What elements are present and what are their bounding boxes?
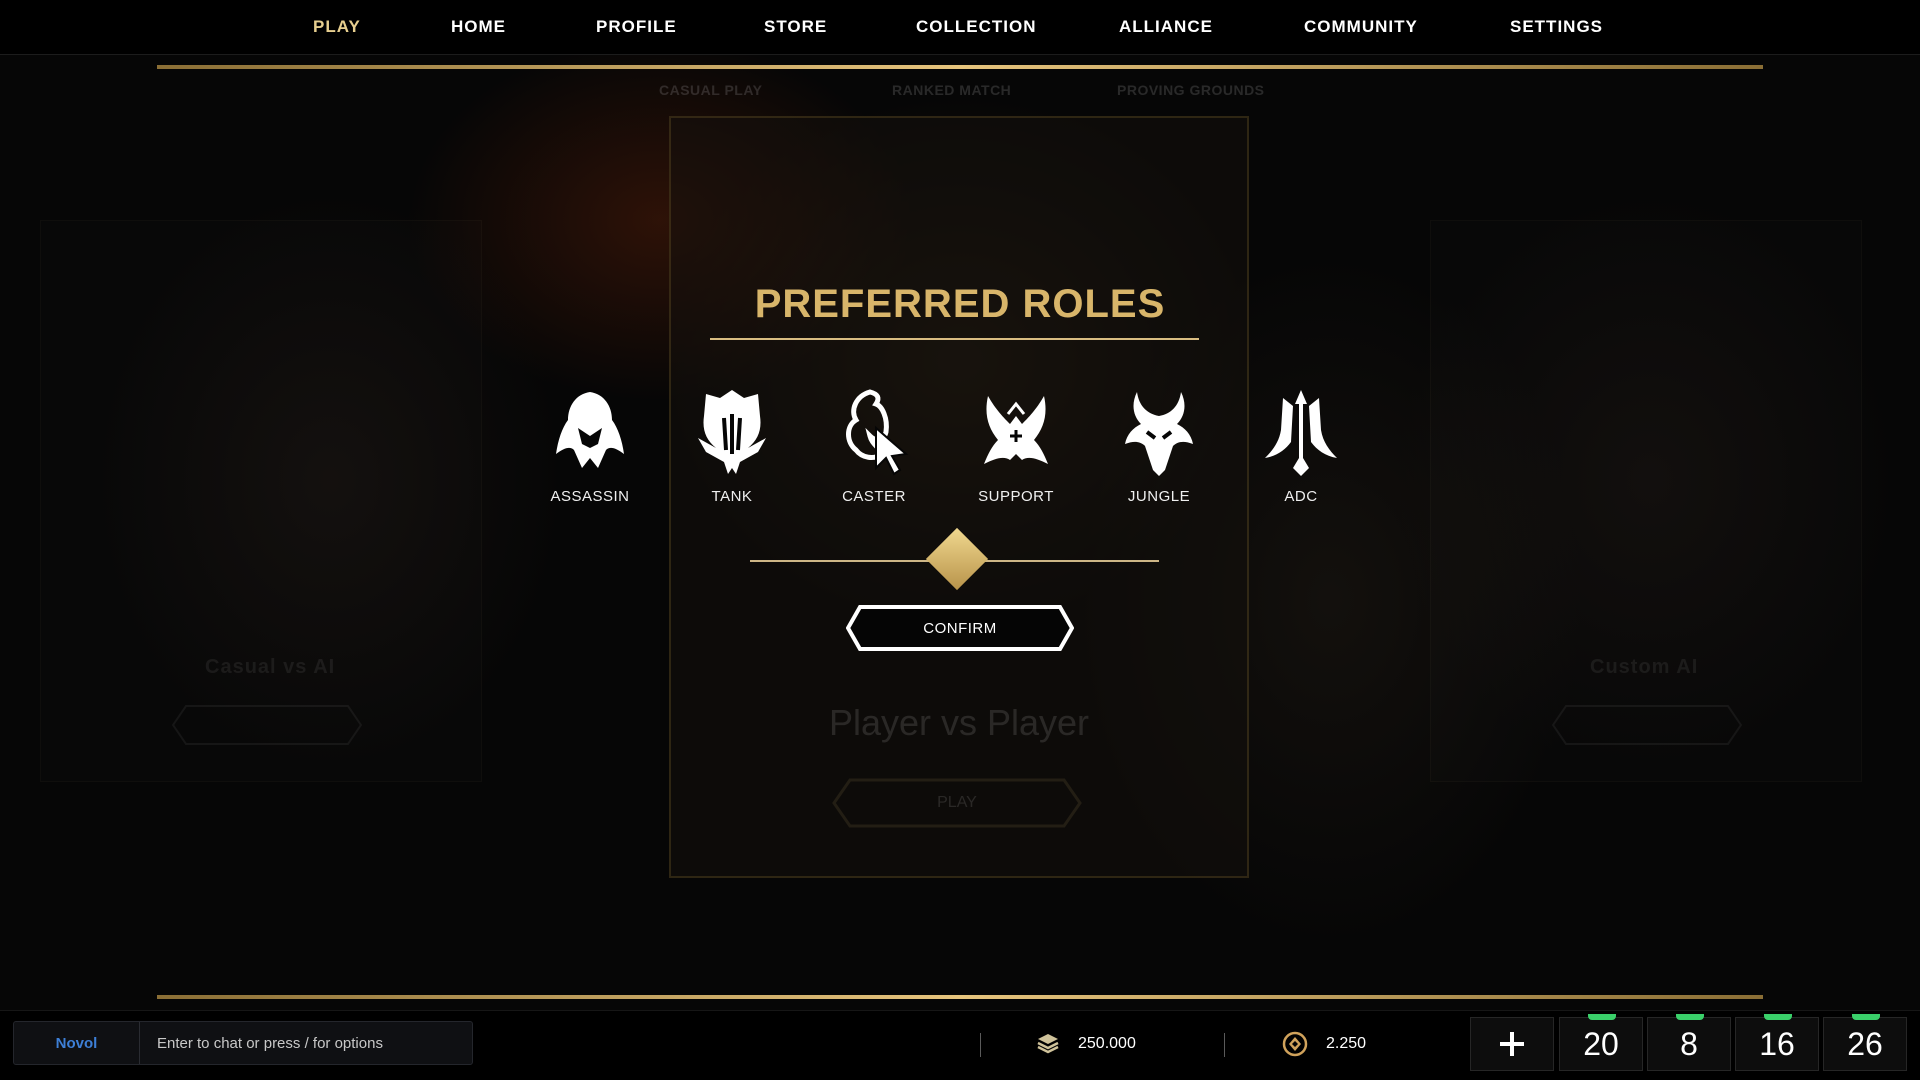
role-tank[interactable]: TANK xyxy=(672,388,792,505)
modal-title: PREFERRED ROLES xyxy=(754,282,1166,326)
counter-2[interactable]: 8 xyxy=(1647,1014,1731,1071)
tank-icon xyxy=(698,390,766,474)
counter-1[interactable]: 20 xyxy=(1559,1014,1643,1071)
right-card-title: Custom AI xyxy=(1590,656,1699,678)
role-assassin-label: ASSASSIN xyxy=(550,488,630,505)
counter-indicator xyxy=(1676,1014,1704,1020)
currency-premium: 2.250 xyxy=(1282,1031,1366,1057)
chat-input[interactable] xyxy=(149,1028,475,1058)
jungle-icon xyxy=(1125,392,1193,476)
assassin-icon xyxy=(556,392,624,468)
role-support-label: SUPPORT xyxy=(978,488,1054,505)
counter-4-value: 26 xyxy=(1847,1025,1883,1062)
tab-casual-play[interactable]: CASUAL PLAY xyxy=(659,82,763,98)
confirm-button-label: CONFIRM xyxy=(923,619,997,637)
top-navigation: PLAY HOME PROFILE STORE COLLECTION ALLIA… xyxy=(0,0,1920,55)
top-gold-divider xyxy=(157,65,1763,69)
right-mode-card xyxy=(1430,220,1862,782)
bottom-gold-divider xyxy=(157,995,1763,999)
role-jungle[interactable]: JUNGLE xyxy=(1099,388,1219,505)
caster-icon xyxy=(846,389,909,476)
premium-value: 2.250 xyxy=(1326,1035,1367,1052)
role-jungle-label: JUNGLE xyxy=(1127,488,1191,505)
role-support[interactable]: SUPPORT xyxy=(956,388,1076,505)
nav-profile[interactable]: PROFILE xyxy=(596,17,677,37)
counter-4[interactable]: 26 xyxy=(1823,1014,1907,1071)
plus-icon xyxy=(1500,1032,1524,1056)
tab-ranked-match[interactable]: RANKED MATCH xyxy=(892,82,1011,98)
premium-coin-icon xyxy=(1282,1031,1308,1057)
nav-alliance[interactable]: ALLIANCE xyxy=(1119,17,1213,37)
role-adc-label: ADC xyxy=(1284,488,1318,505)
counter-3-value: 16 xyxy=(1759,1025,1795,1062)
role-caster[interactable]: CASTER xyxy=(814,388,934,505)
counter-2-value: 8 xyxy=(1680,1025,1698,1062)
nav-settings[interactable]: SETTINGS xyxy=(1510,17,1603,37)
counter-indicator xyxy=(1764,1014,1792,1020)
left-card-title: Casual vs AI xyxy=(205,656,336,678)
support-icon xyxy=(984,396,1048,464)
pvp-play-button: PLAY xyxy=(832,778,1082,828)
right-card-play-button xyxy=(1552,705,1742,745)
nav-community[interactable]: COMMUNITY xyxy=(1304,17,1418,37)
title-underline xyxy=(710,338,1199,340)
adc-icon xyxy=(1265,390,1337,476)
left-mode-card xyxy=(40,220,482,782)
nav-home[interactable]: HOME xyxy=(451,17,506,37)
pvp-play-label: PLAY xyxy=(937,794,977,811)
counter-1-value: 20 xyxy=(1583,1025,1619,1062)
nav-collection[interactable]: COLLECTION xyxy=(916,17,1037,37)
counter-indicator xyxy=(1588,1014,1616,1020)
currency-coins: 250.000 xyxy=(1036,1031,1136,1057)
currency-separator-right xyxy=(1224,1033,1225,1057)
coins-value: 250.000 xyxy=(1078,1035,1136,1052)
confirm-button[interactable]: CONFIRM xyxy=(845,605,1075,651)
add-button[interactable] xyxy=(1470,1017,1554,1071)
nav-play[interactable]: PLAY xyxy=(313,17,361,37)
game-lobby: Casual vs AI Custom AI PLAY HOME PROFILE… xyxy=(0,0,1920,1080)
stacked-coins-icon xyxy=(1037,1034,1059,1054)
pvp-card-title: Player vs Player xyxy=(828,702,1090,743)
counter-3[interactable]: 16 xyxy=(1735,1014,1819,1071)
counter-indicator xyxy=(1852,1014,1880,1020)
currency-separator-left xyxy=(980,1033,981,1057)
role-tank-label: TANK xyxy=(711,488,753,505)
role-adc[interactable]: ADC xyxy=(1241,388,1361,505)
role-caster-label: CASTER xyxy=(842,488,906,505)
role-assassin[interactable]: ASSASSIN xyxy=(530,388,650,505)
left-card-play-button xyxy=(172,705,362,745)
tab-proving-grounds[interactable]: PROVING GROUNDS xyxy=(1117,82,1265,98)
chat-username[interactable]: Novol xyxy=(14,1022,140,1064)
nav-store[interactable]: STORE xyxy=(764,17,827,37)
chat-box: Novol xyxy=(13,1021,475,1065)
